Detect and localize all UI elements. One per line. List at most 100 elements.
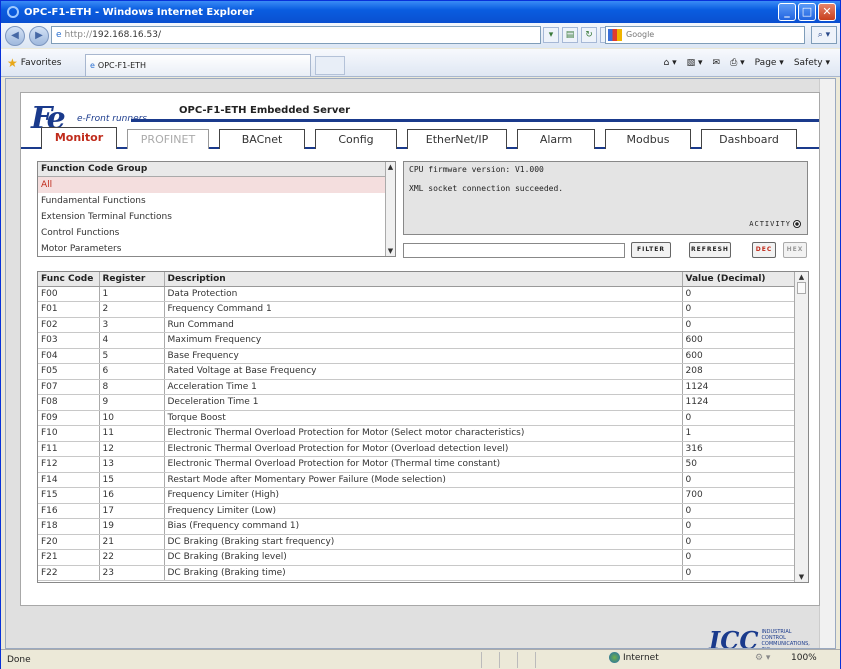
table-row[interactable]: F07 8 Acceleration Time 1 1124 — [38, 379, 795, 395]
activity-label: ACTIVITY — [749, 220, 791, 228]
list-scrollbar[interactable]: ▲ ▼ — [385, 162, 395, 256]
table-row[interactable]: F09 10 Torque Boost 0 — [38, 410, 795, 426]
back-button[interactable]: ◀ — [5, 25, 25, 46]
table-row[interactable]: F02 3 Run Command 0 — [38, 317, 795, 333]
activity-dot-icon — [793, 220, 801, 228]
table-cell: 600 — [682, 348, 795, 364]
home-icon[interactable]: ⌂ ▾ — [664, 58, 677, 68]
column-header[interactable]: Register — [99, 272, 165, 287]
main-tabs: Monitor PROFINET BACnet Config EtherNet/… — [21, 123, 819, 149]
minimize-button[interactable]: _ — [778, 3, 796, 21]
table-row[interactable]: F14 15 Restart Mode after Momentary Power … — [38, 472, 795, 488]
page-menu[interactable]: Page ▾ — [755, 58, 784, 68]
table-row[interactable]: F12 13 Electronic Thermal Overload Protect… — [38, 456, 795, 473]
table-cell: F11 — [38, 441, 100, 457]
table-cell: F08 — [38, 394, 100, 411]
table-row[interactable]: F22 23 DC Braking (Braking time) 0 — [38, 565, 795, 581]
tab-profinet[interactable]: PROFINET — [127, 129, 209, 149]
list-item[interactable]: Extension Terminal Functions — [38, 209, 395, 225]
arrow-down-icon[interactable]: ▼ — [386, 246, 395, 256]
arrow-up-icon[interactable]: ▲ — [795, 272, 808, 282]
table-row[interactable]: F01 2 Frequency Command 10 — [38, 301, 795, 318]
column-header[interactable]: Value (Decimal) — [682, 272, 795, 287]
table-cell: 0 — [682, 565, 795, 581]
address-bar[interactable]: e http:// 192.168.16.53/ — [51, 26, 541, 44]
table-cell: F00 — [38, 286, 100, 302]
zone-indicator[interactable]: Internet — [609, 652, 659, 663]
star-icon: ★ — [7, 56, 18, 70]
table-cell: DC Braking (Braking start frequency) — [164, 534, 683, 550]
list-item[interactable]: Control Functions — [38, 225, 395, 241]
arrow-down-icon[interactable]: ▼ — [795, 572, 808, 582]
protected-mode-icon[interactable]: ⚙ ▾ — [755, 653, 770, 663]
status-panel: CPU firmware version: V1.000 XML socket … — [403, 161, 808, 235]
search-button[interactable]: ⌕ ▾ — [811, 26, 837, 44]
column-header[interactable]: Func Code — [38, 272, 100, 287]
table-row[interactable]: F21 22 DC Braking (Braking level) 0 — [38, 549, 795, 566]
table-row[interactable]: F03 4 Maximum Frequency 600 — [38, 332, 795, 349]
refresh-button[interactable]: REFRESH — [689, 242, 731, 258]
tab-bacnet[interactable]: BACnet — [219, 129, 305, 149]
tab-monitor[interactable]: Monitor — [41, 127, 117, 149]
table-cell: 208 — [682, 363, 795, 380]
new-tab-button[interactable] — [315, 56, 345, 75]
table-row[interactable]: F16 17 Frequency Limiter (Low) 0 — [38, 503, 795, 519]
browser-tab[interactable]: e OPC-F1-ETH — [85, 54, 311, 76]
table-row[interactable]: F11 12 Electronic Thermal Overload Protect… — [38, 441, 795, 457]
table-row[interactable]: F10 11 Electronic Thermal Overload Protect… — [38, 425, 795, 442]
safety-menu[interactable]: Safety ▾ — [794, 58, 830, 68]
tab-alarm[interactable]: Alarm — [517, 129, 595, 149]
favorites-bar: ★ Favorites e OPC-F1-ETH ⌂ ▾ ▧ ▾ ✉ ⎙ ▾ P… — [1, 49, 840, 77]
list-item[interactable]: Motor Parameters — [38, 241, 395, 257]
table-scrollbar[interactable]: ▲ ▼ — [794, 272, 808, 582]
tab-config[interactable]: Config — [315, 129, 397, 149]
table-row[interactable]: F15 16 Frequency Limiter (High) 700 — [38, 487, 795, 504]
mail-icon[interactable]: ✉ — [713, 58, 721, 68]
table-cell: Electronic Thermal Overload Protection f… — [164, 456, 683, 473]
column-header[interactable]: Description — [164, 272, 683, 287]
arrow-up-icon[interactable]: ▲ — [386, 162, 395, 172]
filter-input[interactable] — [403, 243, 625, 258]
favorites-button[interactable]: ★ Favorites — [7, 56, 61, 70]
table-cell: F14 — [38, 472, 100, 488]
maximize-button[interactable]: □ — [798, 3, 816, 21]
table-row[interactable]: F05 6 Rated Voltage at Base Frequency 208 — [38, 363, 795, 380]
print-icon[interactable]: ⎙ ▾ — [730, 58, 745, 68]
table-cell: F21 — [38, 549, 100, 566]
hex-button[interactable]: HEX — [783, 242, 807, 258]
table-cell: Restart Mode after Momentary Power Failu… — [164, 472, 683, 488]
refresh-icon[interactable]: ↻ — [581, 27, 597, 43]
compat-icon[interactable]: ▤ — [562, 27, 578, 43]
table-row[interactable]: F20 21 DC Braking (Braking start frequency… — [38, 534, 795, 550]
table-row[interactable]: F04 5 Base Frequency 600 — [38, 348, 795, 364]
table-cell: 1 — [682, 425, 795, 442]
table-cell: F10 — [38, 425, 100, 442]
zoom-level[interactable]: 100% — [791, 653, 817, 663]
table-row[interactable]: F08 9 Deceleration Time 1 1124 — [38, 394, 795, 411]
tab-ethernet-ip[interactable]: EtherNet/IP — [407, 129, 507, 149]
tab-modbus[interactable]: Modbus — [605, 129, 691, 149]
list-item[interactable]: All — [38, 177, 395, 193]
forward-button[interactable]: ▶ — [29, 25, 49, 46]
scroll-thumb[interactable] — [797, 282, 806, 294]
firmware-version: CPU firmware version: V1.000 — [409, 165, 544, 174]
filter-button[interactable]: FILTER — [631, 242, 671, 258]
table-row[interactable]: F00 1 Data Protection 0 — [38, 286, 795, 302]
function-group-list[interactable]: Function Code Group All Fundamental Func… — [37, 161, 396, 257]
dropdown-icon[interactable]: ▾ — [543, 27, 559, 43]
close-button[interactable]: ✕ — [818, 3, 836, 21]
table-cell: 0 — [682, 301, 795, 318]
feeds-icon[interactable]: ▧ ▾ — [687, 58, 703, 68]
table-row[interactable]: F18 19 Bias (Frequency command 1) 0 — [38, 518, 795, 535]
table-cell: 50 — [682, 456, 795, 473]
table-cell: F03 — [38, 332, 100, 349]
function-group-header: Function Code Group — [38, 162, 395, 177]
page-content: Fe e-Front runners OPC-F1-ETH Embedded S… — [5, 78, 836, 649]
header-divider — [131, 119, 819, 122]
list-item[interactable]: Fundamental Functions — [38, 193, 395, 209]
page-scrollbar[interactable] — [819, 79, 835, 648]
tab-dashboard[interactable]: Dashboard — [701, 129, 797, 149]
search-input[interactable]: Google — [605, 26, 805, 44]
page-icon: e — [56, 30, 62, 40]
dec-button[interactable]: DEC — [752, 242, 776, 258]
